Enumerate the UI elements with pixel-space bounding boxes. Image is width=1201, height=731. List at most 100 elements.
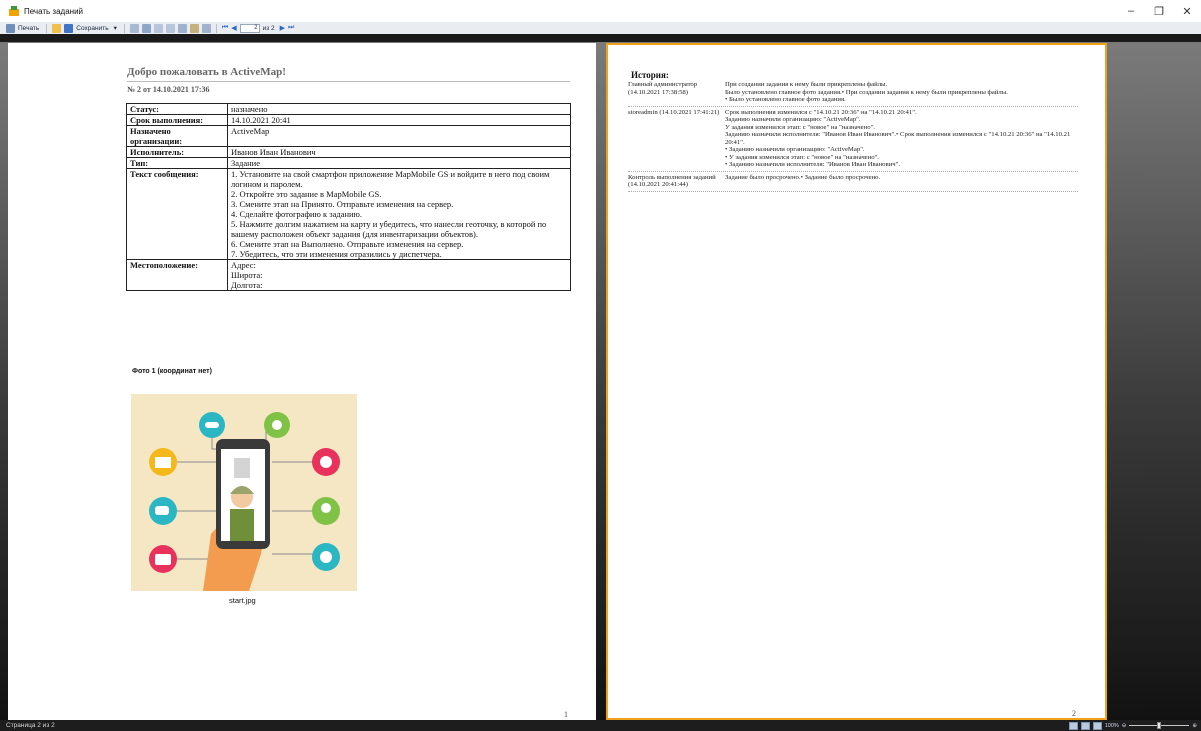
- multi-page-icon[interactable]: [165, 23, 175, 33]
- row-label: Назначено организации:: [126, 125, 228, 147]
- history-line: При создании задания к нему были прикреп…: [725, 81, 888, 88]
- zoom-in-icon[interactable]: ⊕: [1192, 723, 1197, 729]
- close-button[interactable]: ✕: [1173, 0, 1201, 22]
- toolbar-separator: [215, 23, 217, 33]
- email-icon[interactable]: [129, 23, 139, 33]
- message-line: 6. Смените этап на Выполнено. Отправьте …: [231, 239, 464, 249]
- history-author: Контроль выполнения заданий (14.10.2021 …: [628, 173, 716, 189]
- history-line: • Заданию назначили исполнителя: "Иванов…: [725, 161, 900, 168]
- table-row: Срок выполнения: 14.10.2021 20:41: [126, 114, 571, 126]
- open-folder-icon[interactable]: [52, 23, 62, 33]
- single-page-icon[interactable]: [153, 23, 163, 33]
- preview-page-1[interactable]: Добро пожаловать в ActiveMap! № 2 от 14.…: [8, 43, 596, 720]
- row-label: Местоположение:: [126, 259, 228, 291]
- toolbar-separator: [46, 23, 48, 33]
- table-row: Тип: Задание: [126, 157, 571, 169]
- history-line: Заданию назначили исполнителя: "Иванов И…: [725, 131, 1071, 146]
- message-line: 4. Сделайте фотографию к заданию.: [231, 209, 363, 219]
- history-line: • Заданию назначили организацию: "Active…: [725, 146, 865, 153]
- window-controls: – ❐ ✕: [1117, 0, 1201, 22]
- zoom-controls: 100% ⊖ ⊕: [1068, 721, 1197, 730]
- restore-button[interactable]: ❐: [1145, 0, 1173, 22]
- photo-caption: Фото 1 (координат нет): [132, 368, 212, 375]
- last-page-icon[interactable]: ⏭: [288, 24, 294, 32]
- row-value: назначено: [227, 103, 571, 115]
- row-value: Задание: [227, 157, 571, 169]
- single-page-view-icon[interactable]: [1068, 721, 1078, 730]
- two-page-view-icon[interactable]: [1080, 721, 1090, 730]
- preview-viewer[interactable]: Добро пожаловать в ActiveMap! № 2 от 14.…: [0, 34, 1201, 720]
- row-value: ActiveMap: [227, 125, 571, 147]
- message-line: 3. Смените этап на Принято. Отправьте из…: [231, 199, 454, 209]
- edit-icon[interactable]: [189, 23, 199, 33]
- row-value: 14.10.2021 20:41: [227, 114, 571, 126]
- title-bar: Печать заданий – ❐ ✕: [0, 0, 1201, 22]
- settings-icon[interactable]: [201, 23, 211, 33]
- history-line: Было установлено главное фото задания.• …: [725, 88, 1008, 96]
- latitude-line: Широта:: [231, 270, 263, 280]
- window-title: Печать заданий: [24, 6, 84, 16]
- zoom-level-label: 100%: [1104, 722, 1119, 729]
- multi-page-view-icon[interactable]: [1092, 721, 1102, 730]
- report-title: Добро пожаловать в ActiveMap!: [127, 66, 286, 78]
- history-line: • У задания изменился этап: с "новое" на…: [725, 153, 879, 161]
- history-text: Срок выполнения изменился с "14.10.21 20…: [725, 109, 1078, 169]
- task-info-table: Статус: назначено Срок выполнения: 14.10…: [126, 103, 571, 291]
- zoom-out-icon[interactable]: ⊖: [1122, 723, 1127, 729]
- zoom-slider-thumb[interactable]: [1157, 722, 1162, 729]
- find-icon[interactable]: [141, 23, 151, 33]
- page-count-label: из 2: [262, 24, 275, 32]
- page-number-input[interactable]: 2: [239, 23, 260, 33]
- table-row: Местоположение: Адрес: Широта: Долгота:: [126, 259, 571, 291]
- history-author: Главный администратор (14.10.2021 17:38:…: [628, 81, 698, 96]
- history-text: При создании задания к нему были прикреп…: [725, 81, 1078, 104]
- print-icon: [6, 23, 15, 33]
- task-photo: [131, 394, 357, 591]
- zoom-slider[interactable]: [1129, 722, 1190, 729]
- longitude-line: Долгота:: [231, 280, 263, 290]
- table-row: Назначено организации: ActiveMap: [126, 125, 571, 147]
- next-page-icon[interactable]: ▶: [280, 24, 285, 32]
- photo-filename: start.jpg: [229, 596, 256, 605]
- history-heading: История:: [631, 70, 669, 80]
- table-row: Текст сообщения: 1. Установите на свой с…: [126, 168, 571, 260]
- message-line: 5. Нажмите долгим нажатием на карту и уб…: [231, 219, 547, 239]
- toolbar-separator: [123, 23, 125, 33]
- message-text-cell: 1. Установите на свой смартфон приложени…: [227, 168, 571, 260]
- page-setup-icon[interactable]: [177, 23, 187, 33]
- save-dropdown-arrow[interactable]: ▾: [114, 24, 117, 32]
- minimize-button[interactable]: –: [1117, 0, 1145, 22]
- row-label: Исполнитель:: [126, 146, 228, 158]
- first-page-icon[interactable]: ⏮: [222, 24, 228, 32]
- title-divider: [127, 81, 570, 82]
- message-line: 7. Убедитесь, что эти изменения отразили…: [231, 249, 442, 259]
- history-line: Заданию назначили организацию: "ActiveMa…: [725, 116, 861, 123]
- save-icon: [64, 23, 74, 33]
- page-number-1: 1: [564, 710, 568, 719]
- page-status-text: Страница 2 из 2: [6, 722, 55, 729]
- location-cell: Адрес: Широта: Долгота:: [227, 259, 571, 291]
- history-list: Главный администратор (14.10.2021 17:38:…: [628, 81, 1078, 194]
- app-icon: [9, 6, 19, 16]
- history-text: Задание было просрочено.• Задание было п…: [725, 174, 1078, 189]
- row-value: Иванов Иван Иванович: [227, 146, 571, 158]
- address-line: Адрес:: [231, 260, 256, 270]
- history-entry: Главный администратор (14.10.2021 17:38:…: [628, 81, 1078, 107]
- table-row: Исполнитель: Иванов Иван Иванович: [126, 146, 571, 158]
- history-line: У задания изменился этап: с "новое" на "…: [725, 123, 875, 131]
- status-bar: Страница 2 из 2 100% ⊖ ⊕: [0, 720, 1201, 731]
- print-button[interactable]: Печать: [18, 25, 39, 32]
- previous-page-icon[interactable]: ◀: [231, 24, 236, 32]
- row-label: Статус:: [126, 103, 228, 115]
- history-entry: Контроль выполнения заданий (14.10.2021 …: [628, 174, 1078, 192]
- save-button[interactable]: Сохранить: [76, 25, 108, 32]
- preview-page-2[interactable]: История: Главный администратор (14.10.20…: [606, 43, 1107, 720]
- row-label: Тип:: [126, 157, 228, 169]
- history-line: Задание было просрочено.• Задание было п…: [725, 173, 881, 181]
- table-row: Статус: назначено: [126, 103, 571, 115]
- row-label: Срок выполнения:: [126, 114, 228, 126]
- toolbar: Печать Сохранить ▾ ⏮ ◀ 2 из 2 ▶ ⏭: [0, 22, 1201, 34]
- history-entry: storeadmin (14.10.2021 17:41:21) Срок вы…: [628, 109, 1078, 172]
- row-label: Текст сообщения:: [126, 168, 228, 260]
- history-line: • Было установлено главное фото задания.: [725, 96, 846, 103]
